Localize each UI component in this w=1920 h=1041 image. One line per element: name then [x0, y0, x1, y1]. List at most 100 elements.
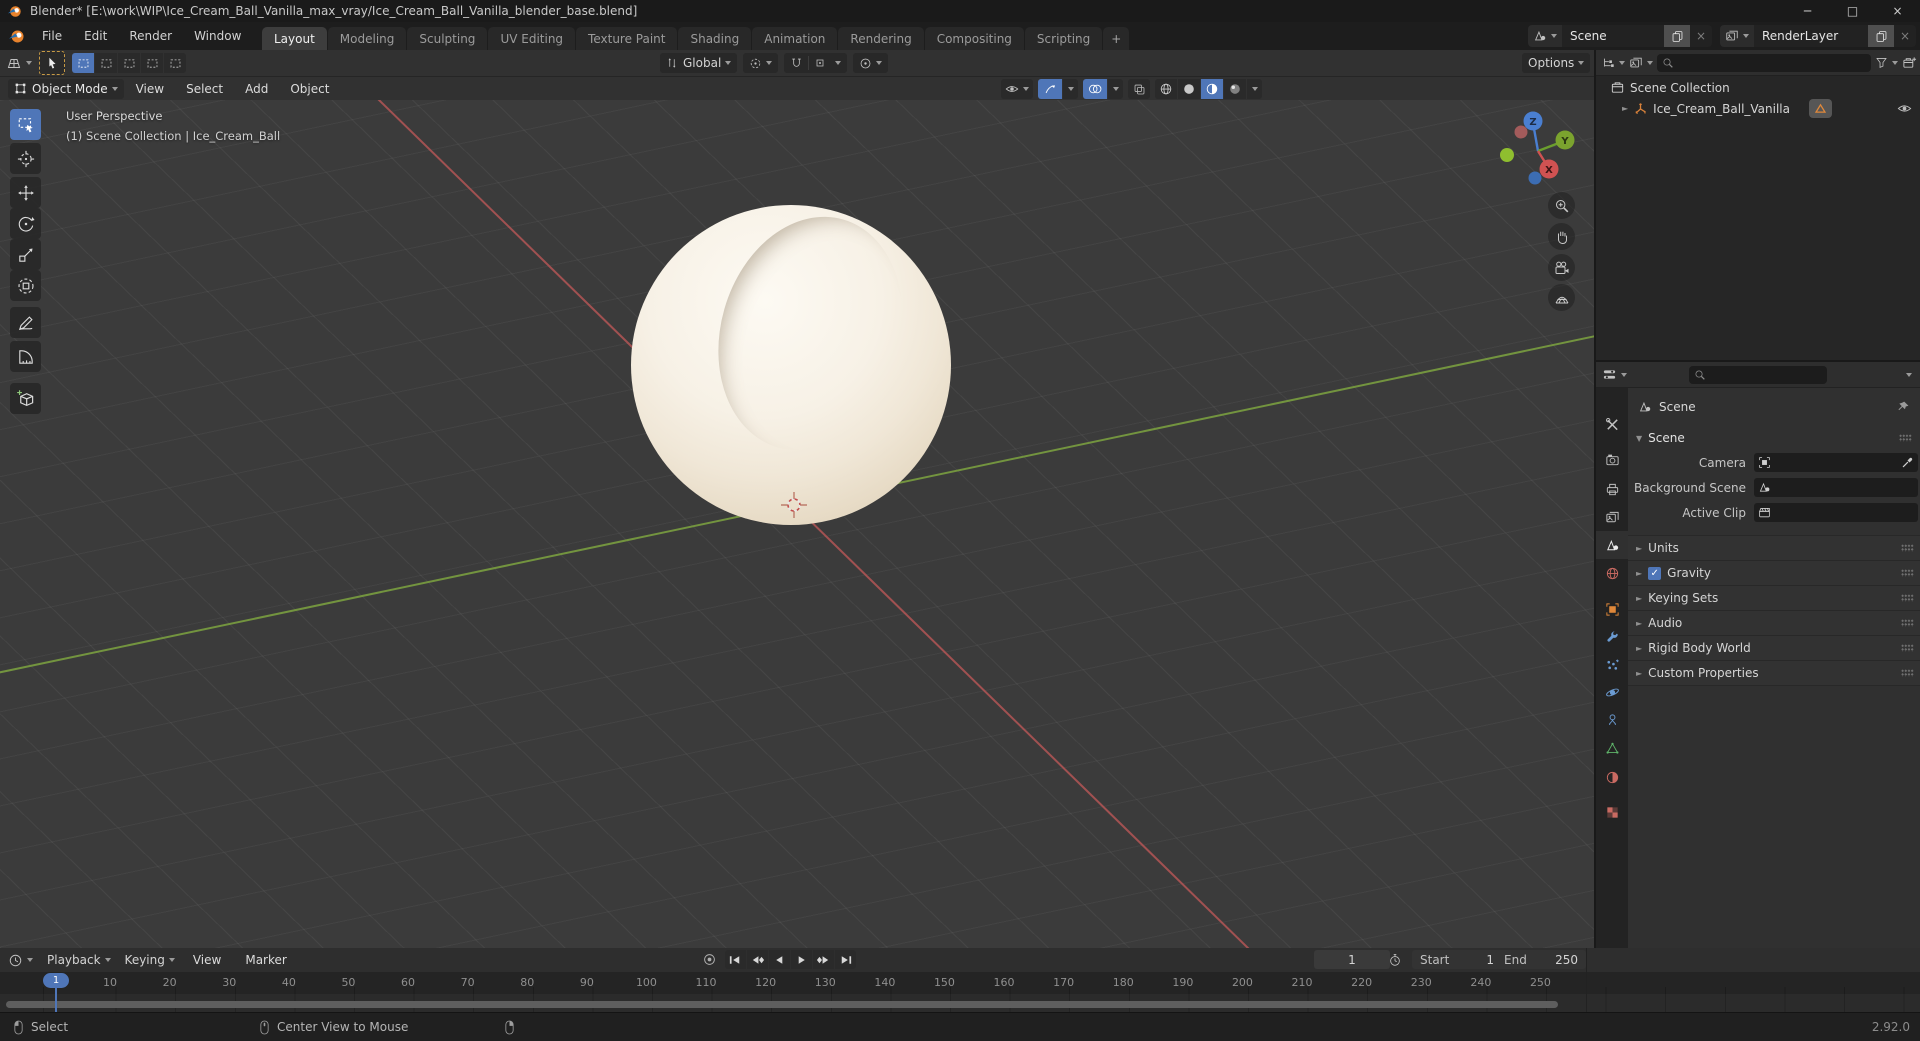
blender-menu-icon[interactable]	[8, 28, 25, 45]
tool-annotate[interactable]	[10, 307, 41, 338]
scene-copy-button[interactable]	[1664, 25, 1690, 47]
menu-object[interactable]: Object	[280, 82, 339, 96]
panel-rigid-body-world[interactable]: ► Rigid Body World	[1628, 635, 1920, 660]
viewport-pan-button[interactable]	[1548, 223, 1575, 250]
maximize-button[interactable]: □	[1830, 0, 1875, 22]
tool-transform[interactable]	[10, 270, 41, 301]
select-mode-extend-button[interactable]	[95, 53, 117, 73]
tab-scene[interactable]	[1596, 531, 1628, 559]
jump-to-start-button[interactable]	[725, 950, 746, 969]
auto-key-record-icon[interactable]	[702, 952, 717, 967]
tab-render[interactable]	[1596, 445, 1628, 473]
shading-solid-button[interactable]	[1178, 79, 1200, 99]
timeline-marker-menu[interactable]: Marker	[235, 953, 296, 967]
use-preview-range-toggle[interactable]	[1388, 950, 1402, 969]
frame-end-field[interactable]: End 250	[1496, 950, 1586, 969]
keying-menu[interactable]: Keying	[125, 953, 175, 967]
tool-rotate[interactable]	[10, 208, 41, 239]
shading-wireframe-button[interactable]	[1155, 79, 1177, 99]
frame-start-field[interactable]: Start 1	[1412, 950, 1502, 969]
tab-animation[interactable]: Animation	[752, 27, 838, 50]
show-gizmo-toggle[interactable]	[1038, 79, 1062, 99]
menu-edit[interactable]: Edit	[73, 29, 118, 43]
tool-measure[interactable]	[10, 341, 41, 372]
tab-particles[interactable]	[1596, 651, 1628, 679]
panel-custom-properties[interactable]: ► Custom Properties	[1628, 660, 1920, 686]
tab-rendering[interactable]: Rendering	[838, 27, 924, 50]
gizmo-z-label[interactable]: Z	[1529, 117, 1536, 128]
select-mode-subtract-button[interactable]	[118, 53, 140, 73]
gravity-checkbox[interactable]: ✓	[1648, 566, 1662, 580]
jump-to-end-button[interactable]	[835, 950, 856, 969]
add-workspace-button[interactable]: +	[1103, 27, 1130, 50]
outliner-filter-id-dropdown[interactable]	[1629, 56, 1653, 70]
timeline-editor-type-dropdown[interactable]	[0, 953, 33, 968]
show-overlays-toggle[interactable]	[1083, 79, 1107, 99]
scene-browse-button[interactable]	[1528, 25, 1562, 47]
tab-output[interactable]	[1596, 475, 1628, 503]
properties-search-input[interactable]	[1710, 366, 1822, 383]
tab-object-data[interactable]	[1596, 734, 1628, 762]
snap-target-icon[interactable]	[814, 57, 826, 69]
play-button[interactable]	[791, 950, 812, 969]
current-frame-field[interactable]: 1	[1314, 950, 1390, 969]
viewlayer-copy-button[interactable]	[1868, 25, 1894, 47]
options-dropdown[interactable]: Options	[1522, 53, 1591, 73]
proportional-editing-dropdown[interactable]	[853, 53, 889, 73]
select-mode-invert-button[interactable]	[141, 53, 163, 73]
viewlayer-name-field[interactable]: RenderLayer	[1754, 25, 1868, 47]
properties-options-chevron[interactable]	[1906, 372, 1912, 377]
tab-view-layer[interactable]	[1596, 503, 1628, 531]
camera-field[interactable]	[1754, 453, 1918, 472]
magnet-icon[interactable]	[790, 57, 803, 70]
active-clip-field[interactable]	[1754, 503, 1918, 522]
timeline-track[interactable]	[0, 994, 1920, 1012]
timeline-scrollbar[interactable]	[6, 1001, 1558, 1008]
eyedropper-icon[interactable]	[1901, 456, 1914, 469]
tool-add-cube[interactable]	[10, 383, 41, 414]
drag-dots-icon[interactable]	[1901, 594, 1914, 602]
minimize-button[interactable]: ─	[1785, 0, 1830, 22]
viewlayer-browse-button[interactable]	[1720, 25, 1754, 47]
gizmo-neg-z-ball[interactable]	[1528, 171, 1542, 185]
drag-dots-icon[interactable]	[1901, 544, 1914, 552]
shading-dropdown[interactable]	[1247, 79, 1262, 99]
pin-icon[interactable]	[1896, 400, 1910, 414]
overlays-dropdown[interactable]	[1108, 79, 1123, 99]
scene-unlink-button[interactable]: ×	[1690, 25, 1712, 47]
transform-orientation-dropdown[interactable]: Global	[660, 53, 738, 73]
panel-units[interactable]: ► Units	[1628, 535, 1920, 560]
drag-dots-icon[interactable]	[1901, 669, 1914, 677]
menu-select[interactable]: Select	[176, 82, 233, 96]
select-mode-intersect-button[interactable]	[164, 53, 186, 73]
hide-eye-icon[interactable]	[1897, 101, 1912, 116]
navigation-gizmo[interactable]: Z Y X	[1498, 110, 1578, 190]
drag-dots-icon[interactable]	[1899, 434, 1912, 442]
tab-material[interactable]	[1596, 763, 1628, 791]
outliner-row-object[interactable]: ► Ice_Cream_Ball_Vanilla	[1596, 98, 1920, 119]
new-collection-icon[interactable]	[1902, 55, 1917, 70]
visibility-dropdown[interactable]	[1001, 79, 1033, 99]
tab-uv-editing[interactable]: UV Editing	[488, 27, 576, 50]
drag-dots-icon[interactable]	[1901, 644, 1914, 652]
outliner-filter-dropdown[interactable]	[1875, 56, 1898, 69]
gizmo-dropdown[interactable]	[1063, 79, 1078, 99]
ice-cream-ball-object[interactable]	[631, 205, 951, 525]
properties-search[interactable]	[1689, 365, 1827, 384]
menu-view[interactable]: View	[126, 82, 174, 96]
viewlayer-remove-button[interactable]: ×	[1894, 25, 1916, 47]
outliner-row-scene-collection[interactable]: Scene Collection	[1596, 77, 1920, 98]
next-keyframe-button[interactable]	[813, 950, 834, 969]
tab-texture[interactable]	[1596, 798, 1628, 826]
shading-material-button[interactable]	[1201, 79, 1223, 99]
scene-name-field[interactable]: Scene	[1562, 25, 1664, 47]
menu-add[interactable]: Add	[235, 82, 278, 96]
panel-keying-sets[interactable]: ► Keying Sets	[1628, 585, 1920, 610]
viewport-canvas[interactable]: User Perspective (1) Scene Collection | …	[0, 100, 1594, 948]
gizmo-neg-x-ball[interactable]	[1514, 125, 1528, 139]
viewport-zoom-button[interactable]	[1548, 192, 1575, 219]
tool-cursor[interactable]	[10, 143, 41, 174]
outliner-search[interactable]	[1657, 53, 1871, 72]
gizmo-y-label[interactable]: Y	[1560, 136, 1569, 147]
properties-editor-type-dropdown[interactable]	[1602, 367, 1627, 382]
